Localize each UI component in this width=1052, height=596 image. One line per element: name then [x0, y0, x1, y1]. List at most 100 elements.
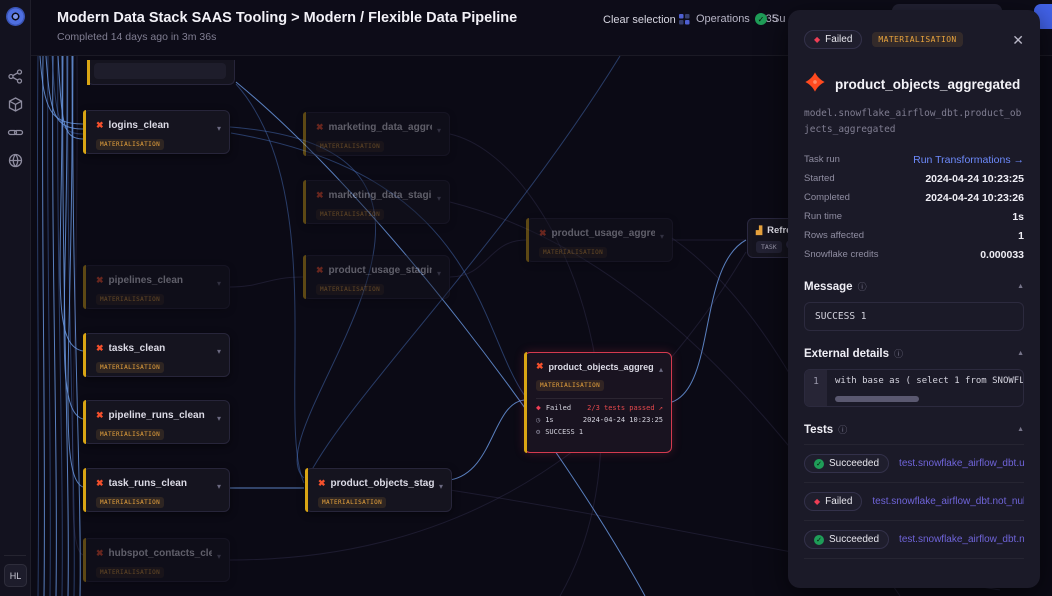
- tests-summary-link[interactable]: 2/3 tests passed ↗: [587, 404, 663, 412]
- node-product-usage-aggregated[interactable]: ✖ product_usage_aggregated ▾ MATERIALISA…: [526, 218, 673, 262]
- node-accent-bar: [83, 468, 86, 512]
- dbt-icon: ✖: [318, 479, 326, 488]
- node-name: pipelines_clean: [109, 275, 212, 286]
- collapse-icon[interactable]: ▲: [1017, 426, 1024, 433]
- node-name: marketing_data_staging: [329, 190, 432, 201]
- globe-icon[interactable]: [7, 152, 24, 169]
- failed-diamond-icon: ◆: [814, 35, 820, 44]
- failed-badge: ◆Failed: [804, 492, 862, 511]
- detail-panel: ◆Failed MATERIALISATION ✕ product_object…: [788, 10, 1040, 588]
- collapse-icon[interactable]: ▲: [1017, 350, 1024, 357]
- chevron-down-icon[interactable]: ▾: [217, 552, 221, 561]
- failed-diamond-icon: ◆: [814, 497, 820, 506]
- chevron-down-icon[interactable]: ▾: [437, 194, 441, 203]
- check-circle-icon: ✓: [755, 13, 767, 25]
- dbt-logo-icon: [804, 71, 826, 98]
- node-accent-bar: [526, 218, 529, 262]
- info-icon: ⓘ: [838, 423, 847, 436]
- node-marketing-data-aggregated[interactable]: ✖ marketing_data_aggregated ▾ MATERIALIS…: [303, 112, 450, 156]
- materialisation-badge: MATERIALISATION: [316, 141, 384, 152]
- node-partial-strip: [94, 63, 226, 79]
- app-logo-icon[interactable]: [6, 7, 25, 26]
- code-content[interactable]: with base as ( select 1 from SNOWFLAKE: [827, 370, 1023, 406]
- field-label: Started: [804, 173, 835, 184]
- task-run-link[interactable]: Run Transformations →: [913, 154, 1024, 166]
- line-number: 1: [805, 370, 827, 406]
- chevron-down-icon[interactable]: ▾: [217, 279, 221, 288]
- field-value: 1s: [1012, 211, 1024, 223]
- node-accent-bar: [303, 255, 306, 299]
- test-row: ✓Succeeded test.snowflake_airflow_dbt.no…: [804, 521, 1024, 559]
- chevron-down-icon[interactable]: ▾: [439, 482, 443, 491]
- chevron-down-icon[interactable]: ▾: [217, 482, 221, 491]
- succeeded-badge: ✓Succeeded: [804, 454, 889, 473]
- materialisation-badge: MATERIALISATION: [96, 362, 164, 373]
- node-marketing-data-staging[interactable]: ✖ marketing_data_staging ▾ MATERIALISATI…: [303, 180, 450, 224]
- node-name: product_usage_staging: [329, 265, 432, 276]
- chevron-down-icon[interactable]: ▾: [660, 232, 664, 241]
- materialisation-badge: MATERIALISATION: [316, 284, 384, 295]
- dbt-icon: ✖: [316, 123, 324, 132]
- chevron-down-icon[interactable]: ▾: [217, 414, 221, 423]
- field-value: 2024-04-24 10:23:26: [925, 192, 1024, 204]
- node-timestamp: 2024-04-24 10:23:25: [583, 416, 663, 424]
- node-pipeline-runs-clean[interactable]: ✖ pipeline_runs_clean ▾ MATERIALISATION: [83, 400, 230, 444]
- node-accent-bar: [83, 538, 86, 582]
- node-name: logins_clean: [109, 120, 212, 131]
- pipelines-icon[interactable]: [7, 68, 24, 85]
- node-product-objects-aggregated-selected[interactable]: ✖ product_objects_aggregated ▴ MATERIALI…: [524, 352, 672, 453]
- link-icon[interactable]: [7, 124, 24, 141]
- field-label: Run time: [804, 211, 842, 222]
- node-accent-bar: [87, 60, 90, 85]
- tests-list: ✓Succeeded test.snowflake_airflow_dbt.un…: [804, 444, 1024, 559]
- dbt-icon: ✖: [96, 479, 104, 488]
- node-product-objects-staging[interactable]: ✖ product_objects_staging ▾ MATERIALISAT…: [305, 468, 452, 512]
- cube-icon[interactable]: [7, 96, 24, 113]
- materialisation-badge: MATERIALISATION: [96, 429, 164, 440]
- gear-icon: ⚙: [536, 428, 540, 436]
- dbt-icon: ✖: [96, 549, 104, 558]
- field-label: Completed: [804, 192, 850, 203]
- succeeded-counter[interactable]: ✓ Su: [755, 13, 785, 25]
- close-icon[interactable]: ✕: [1012, 33, 1024, 47]
- materialisation-badge: MATERIALISATION: [96, 294, 164, 305]
- node-task-runs-clean[interactable]: ✖ task_runs_clean ▾ MATERIALISATION: [83, 468, 230, 512]
- chevron-down-icon[interactable]: ▾: [437, 269, 441, 278]
- chevron-down-icon[interactable]: ▾: [437, 126, 441, 135]
- node-accent-bar: [303, 180, 306, 224]
- node-accent-bar: [303, 112, 306, 156]
- node-accent-bar: [83, 265, 86, 309]
- field-value: 0.000033: [980, 249, 1024, 261]
- code-block: 1 with base as ( select 1 from SNOWFLAKE: [804, 369, 1024, 407]
- field-value: 1: [1018, 230, 1024, 242]
- user-avatar[interactable]: HL: [4, 564, 27, 587]
- node-partial-top[interactable]: [87, 60, 235, 85]
- dbt-icon: ✖: [96, 276, 104, 285]
- info-icon: ⓘ: [858, 280, 867, 293]
- chevron-down-icon[interactable]: ▾: [217, 347, 221, 356]
- node-name: task_runs_clean: [109, 478, 212, 489]
- node-accent-bar: [83, 333, 86, 377]
- collapse-icon[interactable]: ▲: [1017, 283, 1024, 290]
- materialisation-badge: MATERIALISATION: [96, 497, 164, 508]
- message-box: SUCCESS 1: [804, 302, 1024, 331]
- node-product-usage-staging[interactable]: ✖ product_usage_staging ▾ MATERIALISATIO…: [303, 255, 450, 299]
- test-link[interactable]: test.snowflake_airflow_dbt.unique_pro: [899, 458, 1024, 469]
- test-link[interactable]: test.snowflake_airflow_dbt.not_null_pr: [872, 496, 1024, 507]
- panel-subtitle: model.snowflake_airflow_dbt.product_obje…: [804, 106, 1024, 138]
- chevron-down-icon[interactable]: ▾: [217, 124, 221, 133]
- run-status-text: Completed 14 days ago in 3m 36s: [57, 31, 216, 43]
- node-pipelines-clean[interactable]: ✖ pipelines_clean ▾ MATERIALISATION: [83, 265, 230, 309]
- test-link[interactable]: test.snowflake_airflow_dbt.not_null_pr: [899, 534, 1024, 545]
- node-logins-clean[interactable]: ✖ logins_clean ▾ MATERIALISATION: [83, 110, 230, 154]
- materialisation-badge: MATERIALISATION: [96, 139, 164, 150]
- external-details-heading: External details: [804, 348, 889, 360]
- node-name: product_objects_staging: [331, 478, 434, 489]
- clear-selection-button[interactable]: Clear selection: [603, 14, 676, 26]
- chevron-up-icon[interactable]: ▴: [659, 365, 663, 374]
- field-value: 2024-04-24 10:23:25: [925, 173, 1024, 185]
- horizontal-scrollbar[interactable]: [835, 396, 919, 402]
- node-hubspot-contacts-clean[interactable]: ✖ hubspot_contacts_clean ▾ MATERIALISATI…: [83, 538, 230, 582]
- node-tasks-clean[interactable]: ✖ tasks_clean ▾ MATERIALISATION: [83, 333, 230, 377]
- task-badge: TASK: [756, 241, 782, 253]
